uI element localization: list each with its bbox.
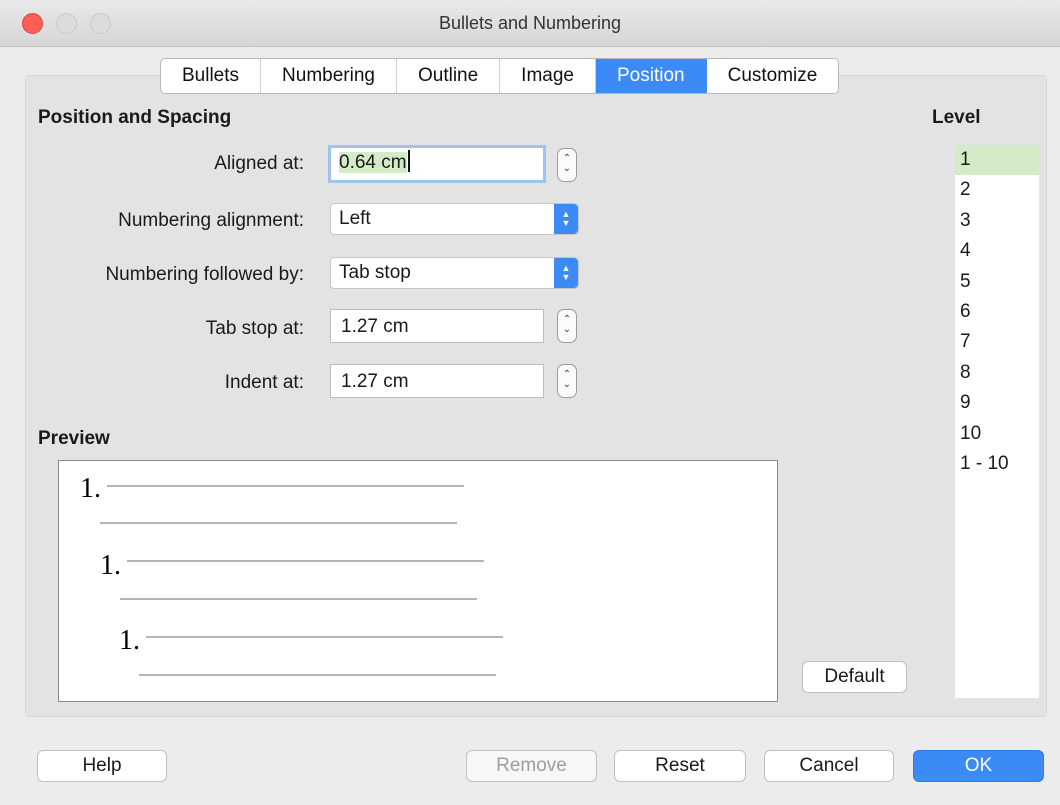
default-button[interactable]: Default — [802, 661, 907, 693]
numbering-followed-by-label: Numbering followed by: — [105, 264, 304, 285]
title-bar: Bullets and Numbering — [0, 0, 1060, 47]
ok-button[interactable]: OK — [913, 750, 1044, 782]
preview-number: 1. — [100, 550, 121, 581]
tab-numbering[interactable]: Numbering — [261, 59, 397, 93]
reset-button[interactable]: Reset — [614, 750, 746, 782]
help-button[interactable]: Help — [37, 750, 167, 782]
tab-image[interactable]: Image — [500, 59, 596, 93]
preview-number: 1. — [119, 625, 140, 656]
preview-line — [107, 485, 464, 487]
tab-position[interactable]: Position — [595, 59, 707, 93]
level-item-4[interactable]: 4 — [955, 236, 1039, 266]
tab-outline[interactable]: Outline — [397, 59, 501, 93]
level-list[interactable]: 1 2 3 4 5 6 7 8 9 10 1 - 10 — [955, 145, 1039, 698]
level-item-all[interactable]: 1 - 10 — [955, 449, 1039, 479]
preview-line — [100, 522, 457, 524]
dropdown-arrows-icon: ▲ ▼ — [554, 204, 578, 234]
text-cursor — [407, 150, 410, 172]
window-title: Bullets and Numbering — [438, 13, 622, 33]
numbering-followed-by-select[interactable]: Tab stop ▲ ▼ — [330, 257, 579, 289]
preview-number: 1. — [80, 473, 101, 504]
indent-at-input[interactable]: 1.27 cm — [330, 364, 544, 398]
tab-bullets[interactable]: Bullets — [161, 59, 262, 93]
preview-line — [120, 598, 477, 600]
numbering-alignment-label: Numbering alignment: — [118, 210, 304, 231]
cancel-button[interactable]: Cancel — [764, 750, 894, 782]
level-item-9[interactable]: 9 — [955, 388, 1039, 418]
tab-bar: Bullets Numbering Outline Image Position… — [160, 58, 840, 94]
level-item-2[interactable]: 2 — [955, 175, 1039, 205]
chevron-down-icon: ⌄ — [562, 163, 572, 174]
position-spacing-heading: Position and Spacing — [38, 107, 232, 128]
tab-stop-at-input[interactable]: 1.27 cm — [330, 309, 544, 343]
aligned-at-stepper[interactable]: ⌃ ⌄ — [557, 148, 577, 182]
indent-at-stepper[interactable]: ⌃ ⌄ — [557, 364, 577, 398]
numbering-alignment-select[interactable]: Left ▲ ▼ — [330, 203, 579, 235]
level-item-7[interactable]: 7 — [955, 327, 1039, 357]
aligned-at-label: Aligned at: — [214, 153, 304, 174]
level-item-3[interactable]: 3 — [955, 206, 1039, 236]
level-item-10[interactable]: 10 — [955, 419, 1039, 449]
preview-line — [127, 560, 484, 562]
dropdown-arrows-icon: ▲ ▼ — [554, 258, 578, 288]
preview-line — [146, 636, 503, 638]
level-item-1[interactable]: 1 — [955, 145, 1039, 176]
level-item-8[interactable]: 8 — [955, 358, 1039, 388]
chevron-down-icon: ⌄ — [562, 324, 572, 335]
tab-customize[interactable]: Customize — [707, 59, 839, 93]
remove-button[interactable]: Remove — [466, 750, 597, 782]
level-item-5[interactable]: 5 — [955, 267, 1039, 297]
level-item-6[interactable]: 6 — [955, 297, 1039, 327]
chevron-down-icon: ⌄ — [562, 379, 572, 390]
preview-heading: Preview — [38, 428, 110, 449]
preview-area: 1. 1. 1. — [58, 460, 778, 702]
indent-at-label: Indent at: — [224, 372, 304, 393]
aligned-at-input[interactable]: 0.64 cm — [328, 145, 546, 183]
tab-stop-at-stepper[interactable]: ⌃ ⌄ — [557, 309, 577, 343]
tab-stop-at-label: Tab stop at: — [205, 318, 304, 339]
preview-line — [139, 674, 496, 676]
level-heading: Level — [932, 107, 981, 128]
